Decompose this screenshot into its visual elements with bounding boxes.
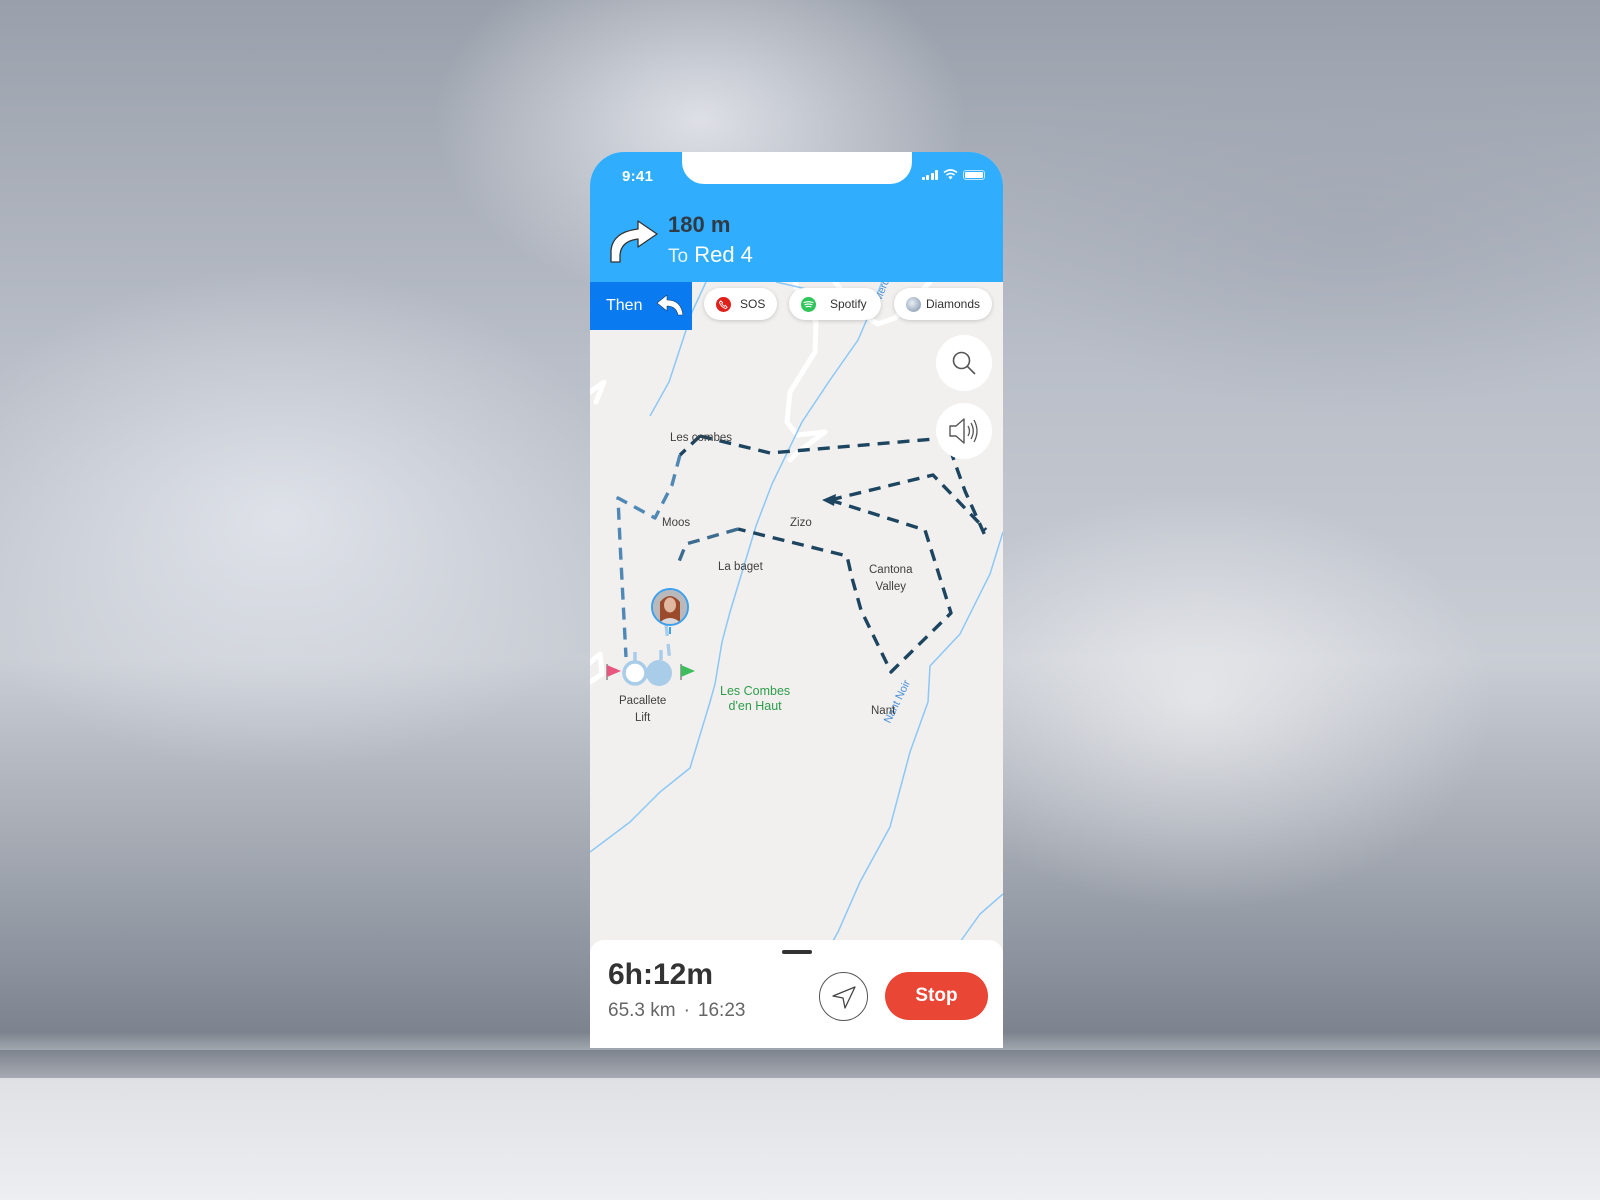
status-time: 9:41 bbox=[622, 168, 654, 185]
end-flag-icon bbox=[680, 664, 695, 680]
speaker-icon bbox=[949, 418, 978, 444]
user-location-avatar[interactable] bbox=[651, 588, 689, 626]
wifi-icon bbox=[943, 169, 958, 180]
avatar-photo-icon bbox=[653, 590, 687, 624]
map-label-cantona-valley: Cantona Valley bbox=[869, 562, 912, 596]
map-label-les-combes: Les combes bbox=[670, 432, 733, 444]
ski-map[interactable]: Nant Noir Le Merd bbox=[590, 282, 1003, 1048]
cellular-signal-icon bbox=[921, 169, 938, 180]
map-label-pacallete-lift: Pacallete Lift bbox=[619, 693, 666, 727]
chip-label: SOS bbox=[740, 297, 766, 311]
map-label-line: Les Combes bbox=[720, 684, 791, 698]
recenter-button[interactable] bbox=[819, 972, 868, 1021]
then-next-turn-button[interactable]: Then bbox=[590, 282, 692, 330]
map-label-zizo: Zizo bbox=[790, 517, 812, 529]
phone-screen: Nant Noir Le Merd Les combes Moos Zizo L… bbox=[590, 152, 1003, 1048]
chip-label: Diamonds bbox=[926, 297, 981, 311]
road bbox=[590, 651, 605, 685]
chip-label: Spotify bbox=[830, 297, 867, 311]
diamonds-avatar-icon bbox=[906, 296, 921, 312]
map-label-la-baget: La baget bbox=[718, 561, 763, 573]
start-flag-icon bbox=[606, 664, 621, 680]
search-button[interactable] bbox=[936, 335, 992, 391]
then-label: Then bbox=[606, 297, 643, 314]
road bbox=[590, 379, 607, 405]
arrival-time: 16:23 bbox=[697, 1000, 746, 1021]
turn-right-arrow-icon bbox=[610, 220, 658, 263]
status-icons bbox=[921, 169, 985, 180]
navigation-header: 9:41 180 m To Red 4 bbox=[590, 152, 1003, 282]
phone-icon bbox=[716, 296, 731, 312]
route-light bbox=[616, 454, 682, 658]
sos-shortcut-chip[interactable]: SOS bbox=[704, 288, 778, 320]
sound-button[interactable] bbox=[936, 403, 992, 459]
background-horizon-band bbox=[0, 1050, 1600, 1078]
trip-bottom-sheet: 6h:12m 65.3 km · 16:23 Stop bbox=[590, 940, 1003, 1048]
turn-left-arrow-icon bbox=[657, 294, 684, 316]
spotify-shortcut-chip[interactable]: Spotify bbox=[789, 288, 881, 320]
search-icon bbox=[952, 351, 976, 375]
map-label-nant: Nant bbox=[871, 705, 896, 717]
lift-station-start bbox=[622, 660, 648, 686]
trip-info: 65.3 km · 16:23 bbox=[608, 1000, 745, 1022]
destination-prefix: To bbox=[668, 246, 689, 267]
destination-line: To Red 4 bbox=[668, 242, 753, 268]
map-label-moos: Moos bbox=[662, 517, 691, 529]
trip-distance: 65.3 km bbox=[608, 1000, 676, 1021]
sheet-drag-handle[interactable] bbox=[782, 950, 812, 954]
diamonds-shortcut-chip[interactable]: Diamonds bbox=[894, 288, 993, 320]
separator: · bbox=[683, 1000, 690, 1021]
map-label-line: Pacallete bbox=[619, 695, 667, 707]
trip-eta: 6h:12m bbox=[608, 958, 714, 991]
battery-icon bbox=[963, 169, 985, 180]
destination-name: Red 4 bbox=[694, 242, 753, 267]
map-label-line: Cantona bbox=[869, 564, 913, 576]
route-dark bbox=[737, 498, 953, 674]
stop-navigation-button[interactable]: Stop bbox=[885, 972, 988, 1020]
notch bbox=[682, 152, 912, 184]
turn-distance: 180 m bbox=[668, 212, 731, 237]
map-label-line: d'en Haut bbox=[728, 699, 782, 713]
map-label-line: Valley bbox=[875, 581, 906, 593]
route-dark bbox=[829, 473, 988, 532]
map-label-line: Lift bbox=[634, 712, 651, 724]
map-label-les-combes-haut: Les Combes d'en Haut bbox=[720, 684, 790, 714]
lift-station-end bbox=[646, 660, 672, 686]
spotify-icon bbox=[801, 296, 816, 312]
route-arrowhead bbox=[822, 494, 836, 506]
navigation-arrow-icon bbox=[831, 985, 856, 1009]
